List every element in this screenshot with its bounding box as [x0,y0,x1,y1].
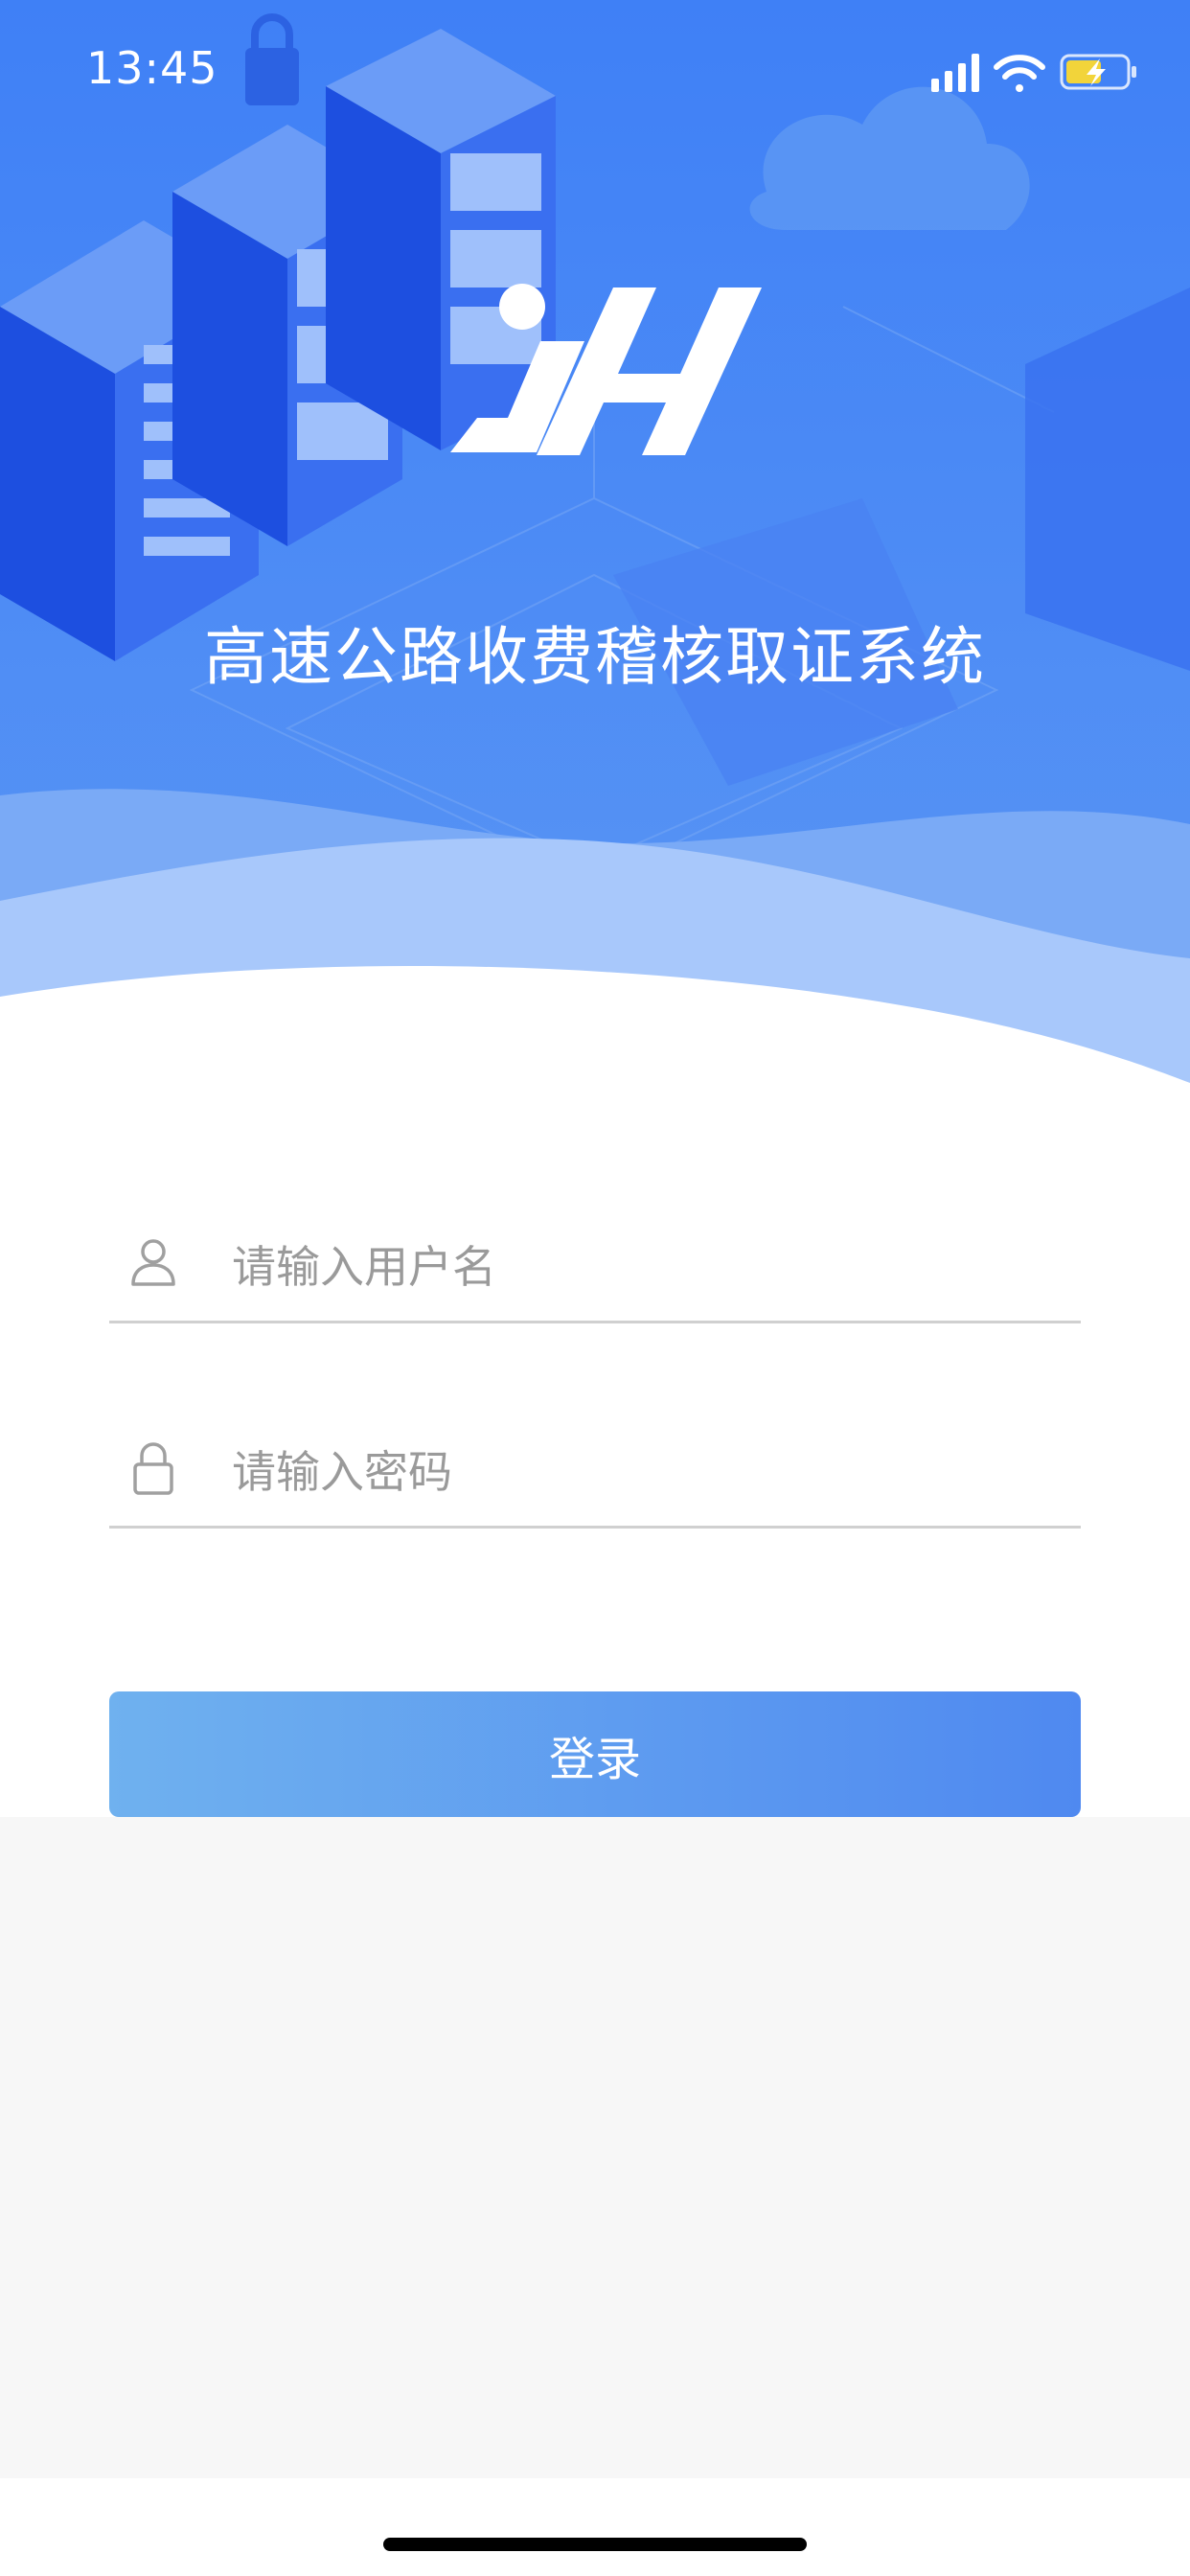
wifi-icon [994,55,1045,92]
username-input[interactable] [230,1232,1058,1301]
login-button[interactable]: 登录 [109,1691,1081,1817]
password-field[interactable] [109,1420,1081,1529]
lock-icon [133,1442,173,1495]
status-bar: 13:45 [0,0,1190,134]
page-footer-area [0,1817,1190,2478]
status-icons [931,50,1142,94]
battery-charging-icon [1060,54,1136,90]
app-title: 高速公路收费稽核取证系统 [204,620,986,694]
username-field[interactable] [109,1215,1081,1323]
status-time: 13:45 [86,42,218,94]
jh-logo-icon [450,284,762,455]
signal-icon [931,54,979,92]
password-input[interactable] [230,1438,1058,1506]
header-banner: 13:45 高速公路收费稽核取证系统 [0,0,1190,1092]
home-indicator[interactable] [383,2538,807,2551]
server-illustration-background [0,0,1190,1092]
user-icon [131,1239,175,1286]
